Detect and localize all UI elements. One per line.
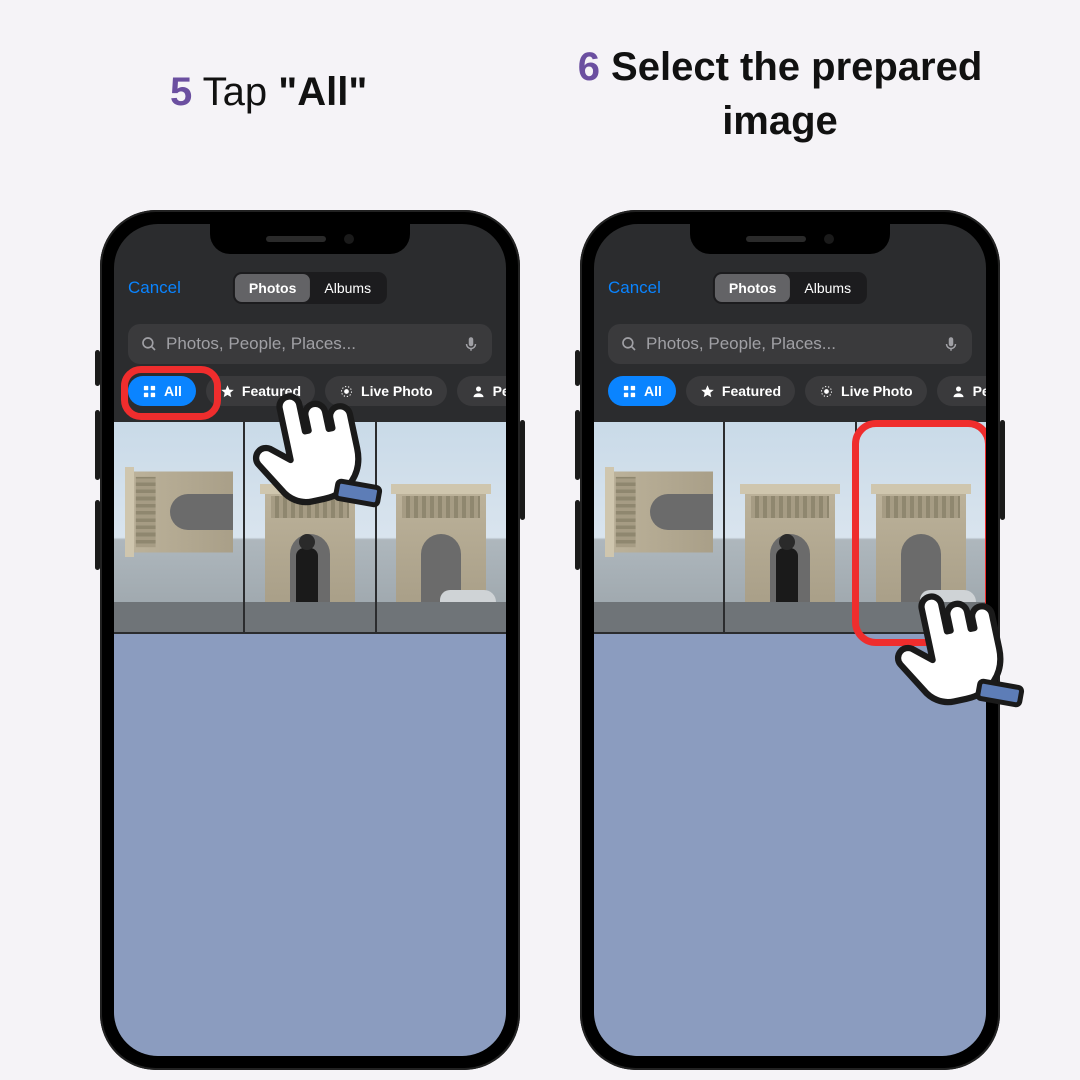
notch [690,224,890,254]
step-5-number: 5 [170,70,192,114]
phone-step-5: Cancel Photos Albums Photos, People, Pla… [100,210,520,1070]
chip-live-photo[interactable]: Live Photo [805,376,927,406]
search-placeholder: Photos, People, Places... [646,334,836,354]
search-icon [620,335,638,353]
volume-up-button [575,410,580,480]
grid-icon [142,384,157,399]
search-placeholder: Photos, People, Places... [166,334,356,354]
screen: Cancel Photos Albums Photos, People, Pla… [114,224,506,1056]
power-button [520,420,525,520]
search-input[interactable]: Photos, People, Places... [608,324,972,364]
mute-switch [575,350,580,386]
volume-down-button [95,500,100,570]
front-camera [824,234,834,244]
mute-switch [95,350,100,386]
chip-people[interactable]: People [937,376,986,406]
filter-chips: All Featured Live Photo People [608,376,986,406]
grid-placeholder [114,634,506,1056]
step-6-title: 6 Select the prepared image [570,40,990,148]
person-icon [951,384,966,399]
person-icon [471,384,486,399]
live-photo-icon [819,384,834,399]
notch [210,224,410,254]
speaker-grille [746,236,806,242]
photo-thumbnail-1[interactable] [114,422,245,632]
search-icon [140,335,158,353]
cancel-button[interactable]: Cancel [128,278,181,298]
star-icon [700,384,715,399]
tab-albums[interactable]: Albums [310,274,385,302]
chip-people[interactable]: People [457,376,506,406]
picker-topbar: Cancel Photos Albums [114,278,506,298]
photo-thumbnail-1[interactable] [594,422,725,632]
volume-down-button [575,500,580,570]
cancel-button[interactable]: Cancel [608,278,661,298]
search-input[interactable]: Photos, People, Places... [128,324,492,364]
hand-pointer-icon [238,370,388,520]
front-camera [344,234,354,244]
mic-icon[interactable] [462,335,480,353]
chip-all[interactable]: All [608,376,676,406]
mic-icon[interactable] [942,335,960,353]
volume-up-button [95,410,100,480]
hand-pointer-icon [880,570,1030,720]
speaker-grille [266,236,326,242]
picker-topbar: Cancel Photos Albums [594,278,986,298]
tab-photos[interactable]: Photos [715,274,790,302]
step-5-title: 5 Tap "All" [170,65,367,119]
chip-all[interactable]: All [128,376,196,406]
photo-thumbnail-3[interactable] [377,422,506,632]
star-icon [220,384,235,399]
photo-thumbnail-2[interactable] [725,422,856,632]
step-6-number: 6 [578,45,600,89]
segmented-control: Photos Albums [713,272,867,304]
grid-icon [622,384,637,399]
power-button [1000,420,1005,520]
segmented-control: Photos Albums [233,272,387,304]
chip-featured[interactable]: Featured [686,376,795,406]
tab-albums[interactable]: Albums [790,274,865,302]
tab-photos[interactable]: Photos [235,274,310,302]
